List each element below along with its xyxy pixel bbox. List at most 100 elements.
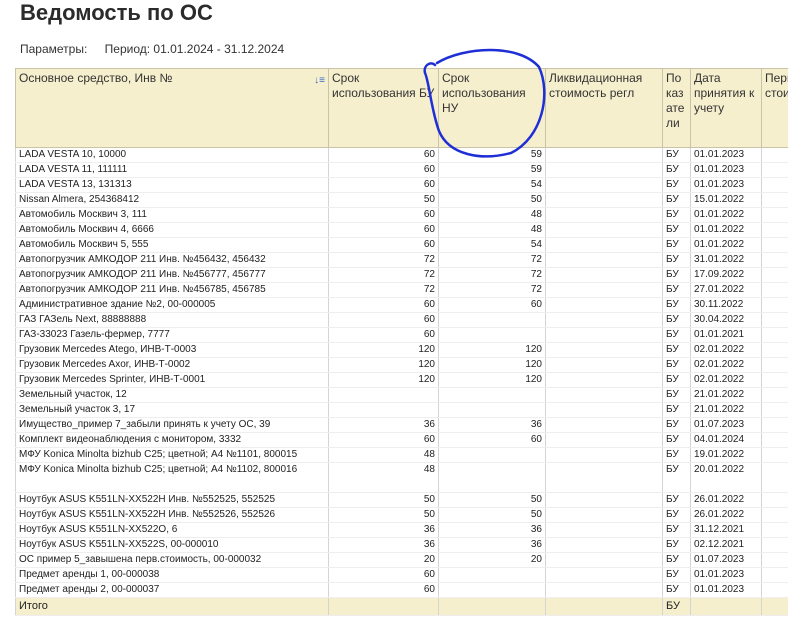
cell-term-bu: 60 xyxy=(328,432,439,448)
table-row[interactable]: Ноутбук ASUS K551LN-XX522H Инв. №552525,… xyxy=(15,492,788,508)
table-row[interactable]: Ноутбук ASUS K551LN-XX522S, 00-000010 36 3… xyxy=(15,537,788,553)
table-row[interactable]: Ноутбук ASUS K551LN-XX522H Инв. №552526,… xyxy=(15,507,788,523)
cell-term-bu: 72 xyxy=(328,282,439,298)
cell-total-date xyxy=(690,597,762,616)
cell-accept-date: 30.04.2022 xyxy=(690,312,762,328)
cell-asset-name: Грузовик Mercedes Sprinter, ИНВ-Т-0001 xyxy=(15,372,329,388)
cell-indicator: БУ xyxy=(662,252,691,268)
cell-asset-name: Грузовик Mercedes Atego, ИНВ-Т-0003 xyxy=(15,342,329,358)
cell-accept-date: 21.01.2022 xyxy=(690,387,762,403)
cell-asset-name: Автомобиль Москвич 4, 6666 xyxy=(15,222,329,238)
table-row[interactable]: LADA VESTA 10, 10000 60 59 БУ 01.01.2023 xyxy=(15,147,788,163)
cell-term-bu: 50 xyxy=(328,192,439,208)
cell-term-bu: 36 xyxy=(328,537,439,553)
cell-asset-name: Ноутбук ASUS K551LN-XX522H Инв. №552526,… xyxy=(15,507,329,523)
cell-indicator: БУ xyxy=(662,552,691,568)
cell-initial-cost xyxy=(761,507,788,523)
cell-asset-name: Ноутбук ASUS K551LN-XX522S, 00-000010 xyxy=(15,537,329,553)
cell-asset-name: Административное здание №2, 00-000005 xyxy=(15,297,329,313)
cell-asset-name: Автопогрузчик АМКОДОР 211 Инв. №456777, … xyxy=(15,267,329,283)
cell-liquidation-cost xyxy=(545,357,663,373)
cell-asset-name: LADA VESTA 13, 131313 xyxy=(15,177,329,193)
cell-accept-date: 01.07.2023 xyxy=(690,552,762,568)
table-row[interactable]: Грузовик Mercedes Atego, ИНВ-Т-0003 120 12… xyxy=(15,342,788,358)
cell-liquidation-cost xyxy=(545,582,663,598)
cell-total-cost xyxy=(761,597,788,616)
cell-initial-cost: 10 xyxy=(761,297,788,313)
cell-liquidation-cost xyxy=(545,252,663,268)
column-header-initial-cost[interactable]: Первона ная стоим xyxy=(761,68,788,148)
cell-term-nu xyxy=(438,447,546,463)
table-row[interactable]: Nissan Almera, 254368412 50 50 БУ 15.01.2022 xyxy=(15,192,788,208)
table-row[interactable]: Ноутбук ASUS K551LN-XX522O, 6 36 36 БУ 31.12… xyxy=(15,522,788,538)
cell-asset-name: Земельный участок 3, 17 xyxy=(15,402,329,418)
cell-asset-name: МФУ Konica Minolta bizhub C25; цветной; … xyxy=(15,462,329,493)
cell-initial-cost: 1 xyxy=(761,567,788,583)
table-row[interactable]: Автопогрузчик АМКОДОР 211 Инв. №456432, … xyxy=(15,252,788,268)
cell-liquidation-cost xyxy=(545,432,663,448)
cell-initial-cost xyxy=(761,462,788,493)
cell-initial-cost xyxy=(761,402,788,418)
cell-indicator: БУ xyxy=(662,492,691,508)
cell-initial-cost xyxy=(761,492,788,508)
table-row[interactable]: МФУ Konica Minolta bizhub C25; цветной; … xyxy=(15,462,788,493)
column-header-term-bu[interactable]: Срок использования БУ xyxy=(328,68,439,148)
cell-indicator: БУ xyxy=(662,192,691,208)
table-row[interactable]: Автопогрузчик АМКОДОР 211 Инв. №456785, … xyxy=(15,282,788,298)
cell-accept-date: 17.09.2022 xyxy=(690,267,762,283)
cell-initial-cost xyxy=(761,447,788,463)
column-header-indicators[interactable]: По каз ате ли xyxy=(662,68,691,148)
cell-indicator: БУ xyxy=(662,462,691,493)
sort-desc-icon[interactable]: ↓≡ xyxy=(314,73,325,88)
table-row[interactable]: Комплект видеонаблюдения с монитором, 33… xyxy=(15,432,788,448)
cell-term-nu: 48 xyxy=(438,222,546,238)
cell-liquidation-cost xyxy=(545,402,663,418)
cell-term-nu xyxy=(438,582,546,598)
cell-term-bu: 50 xyxy=(328,492,439,508)
cell-term-bu: 60 xyxy=(328,222,439,238)
table-row[interactable]: Автомобиль Москвич 5, 555 60 54 БУ 01.01.202… xyxy=(15,237,788,253)
table-row[interactable]: LADA VESTA 13, 131313 60 54 БУ 01.01.2023 xyxy=(15,177,788,193)
cell-term-nu xyxy=(438,387,546,403)
table-row[interactable]: ОС пример 5_завышена перв.стоимость, 00-… xyxy=(15,552,788,568)
table-row[interactable]: Земельный участок 3, 17 БУ 21.01.2022 xyxy=(15,402,788,418)
cell-term-nu: 20 xyxy=(438,552,546,568)
table-row[interactable]: Автомобиль Москвич 3, 111 60 48 БУ 01.01.202… xyxy=(15,207,788,223)
table-row[interactable]: Административное здание №2, 00-000005 60 6… xyxy=(15,297,788,313)
column-header-liquidation-cost[interactable]: Ликвидационная стоимость регл xyxy=(545,68,663,148)
cell-term-bu: 36 xyxy=(328,522,439,538)
params-label: Параметры: xyxy=(20,42,88,56)
cell-term-nu: 59 xyxy=(438,147,546,163)
cell-accept-date: 02.01.2022 xyxy=(690,357,762,373)
cell-term-bu: 60 xyxy=(328,582,439,598)
cell-asset-name: Предмет аренды 2, 00-000037 xyxy=(15,582,329,598)
cell-initial-cost xyxy=(761,177,788,193)
table-row[interactable]: Автомобиль Москвич 4, 6666 60 48 БУ 01.01.20… xyxy=(15,222,788,238)
cell-liquidation-cost xyxy=(545,312,663,328)
cell-accept-date: 19.01.2022 xyxy=(690,447,762,463)
column-header-asset[interactable]: ↓≡ Основное средство, Инв № xyxy=(15,68,329,148)
column-header-term-nu[interactable]: Срок использования НУ xyxy=(438,68,546,148)
table-row[interactable]: МФУ Konica Minolta bizhub C25; цветной; … xyxy=(15,447,788,463)
cell-term-nu: 60 xyxy=(438,297,546,313)
cell-accept-date: 01.01.2023 xyxy=(690,177,762,193)
table-row[interactable]: Земельный участок, 12 БУ 21.01.2022 xyxy=(15,387,788,403)
cell-asset-name: Автопогрузчик АМКОДОР 211 Инв. №456432, … xyxy=(15,252,329,268)
table-row[interactable]: Предмет аренды 2, 00-000037 60 БУ 01.01.202… xyxy=(15,582,788,598)
cell-accept-date: 01.01.2022 xyxy=(690,207,762,223)
table-row[interactable]: Имущество_пример 7_забыли принять к учет… xyxy=(15,417,788,433)
cell-term-nu xyxy=(438,312,546,328)
cell-initial-cost xyxy=(761,537,788,553)
table-row[interactable]: ГАЗ-33023 Газель-фермер, 7777 60 БУ 01.01.2… xyxy=(15,327,788,343)
cell-term-nu: 50 xyxy=(438,507,546,523)
table-row[interactable]: Грузовик Mercedes Axor, ИНВ-Т-0002 120 120… xyxy=(15,357,788,373)
table-row[interactable]: LADA VESTA 11, 111111 60 59 БУ 01.01.2023 xyxy=(15,162,788,178)
report-params: Параметры: Период: 01.01.2024 - 31.12.20… xyxy=(20,42,284,56)
table-row[interactable]: Грузовик Mercedes Sprinter, ИНВ-Т-0001 12… xyxy=(15,372,788,388)
table-row[interactable]: Предмет аренды 1, 00-000038 60 БУ 01.01.202… xyxy=(15,567,788,583)
report-table-container[interactable]: ↓≡ Основное средство, Инв № Срок использ… xyxy=(15,68,788,638)
table-row[interactable]: ГАЗ ГАЗель Next, 88888888 60 БУ 30.04.2022 xyxy=(15,312,788,328)
period-value: Период: 01.01.2024 - 31.12.2024 xyxy=(104,42,285,56)
table-row[interactable]: Автопогрузчик АМКОДОР 211 Инв. №456777, … xyxy=(15,267,788,283)
column-header-accept-date[interactable]: Дата принятия к учету xyxy=(690,68,762,148)
